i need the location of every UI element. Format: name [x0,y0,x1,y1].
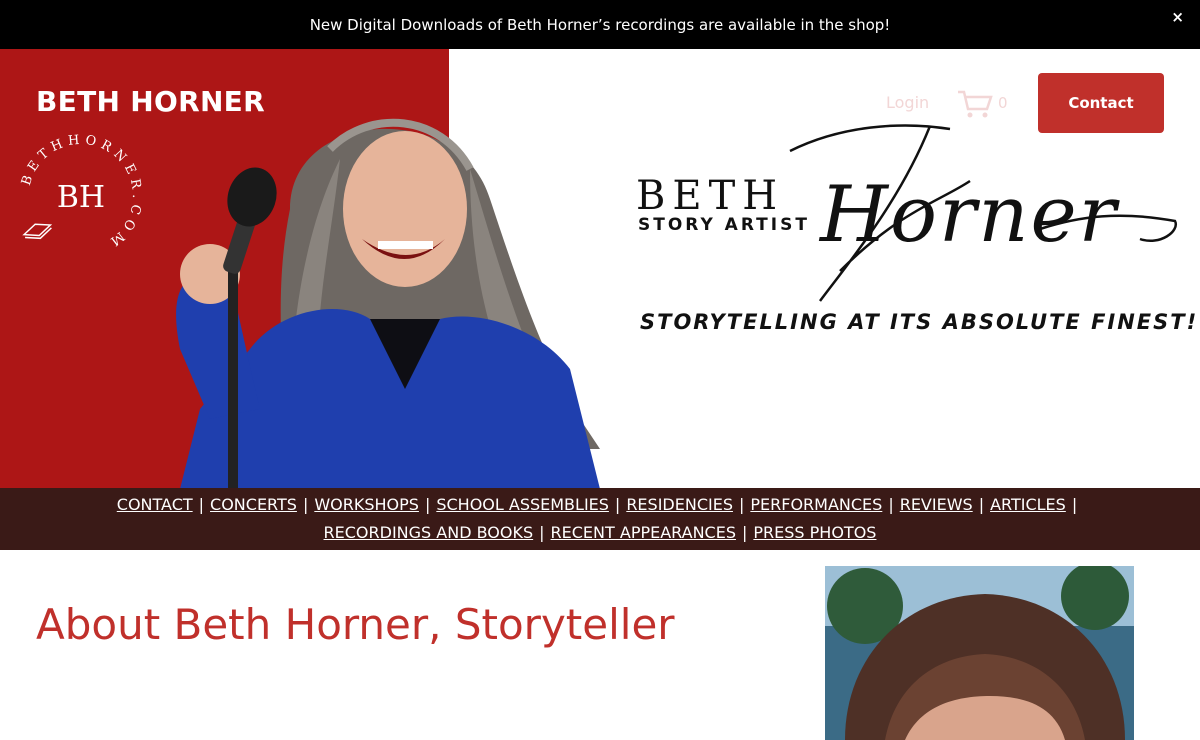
nav-link-concerts[interactable]: CONCERTS [210,491,297,519]
close-icon[interactable]: × [1171,8,1184,26]
nav-link-articles[interactable]: ARTICLES [990,491,1066,519]
nav-link-residencies[interactable]: RESIDENCIES [626,491,733,519]
nav-link-recordings-and-books[interactable]: RECORDINGS AND BOOKS [324,519,534,547]
nav-separator: | [198,495,205,514]
nav-separator: | [888,495,894,514]
nav-separator: | [738,495,745,514]
nav-separator: | [302,495,309,514]
nav-link-press-photos[interactable]: PRESS PHOTOS [753,519,876,547]
hero-portrait [176,118,600,488]
nav-link-recent-appearances[interactable]: RECENT APPEARANCES [551,519,736,547]
nav-separator: | [424,495,431,514]
seal-logo-icon: BETHHORNER.COM BH [19,133,139,252]
nav-separator: | [539,523,545,542]
nav-separator: | [1071,495,1078,514]
seal-monogram: BH [57,180,105,215]
logo-beth: BETH [636,173,785,219]
cart-count: 0 [998,94,1008,112]
nav-link-reviews[interactable]: REVIEWS [900,491,973,519]
nav-separator: | [741,523,748,542]
nav-link-performances[interactable]: PERFORMANCES [750,491,882,519]
logo-script-text: Horner [818,170,1121,260]
about-photo-image [825,566,1134,740]
cart-icon[interactable] [957,89,993,119]
book-icon [22,223,53,240]
nav-link-contact[interactable]: CONTACT [117,491,193,519]
main-nav: CONTACT | CONCERTS | WORKSHOPS | SCHOOL ASSEMB… [0,488,1200,550]
nav-separator: | [614,495,621,514]
nav-link-workshops[interactable]: WORKSHOPS [314,491,419,519]
tagline: STORYTELLING AT ITS ABSOLUTE FINEST! [640,310,1199,334]
announcement-bar: New Digital Downloads of Beth Horner’s r… [0,0,1200,49]
hero-banner: BETH HORNER BETHHORNER.COM BH Login 0 Co… [0,49,1200,488]
page-title: About Beth Horner, Storyteller [36,600,675,649]
announcement-text[interactable]: New Digital Downloads of Beth Horner’s r… [310,16,891,34]
about-photo [825,566,1134,740]
logo-signature: Horner [789,124,1177,302]
nav-link-school-assemblies[interactable]: SCHOOL ASSEMBLIES [436,491,609,519]
nav-separator: | [978,495,985,514]
login-link[interactable]: Login [886,93,929,112]
